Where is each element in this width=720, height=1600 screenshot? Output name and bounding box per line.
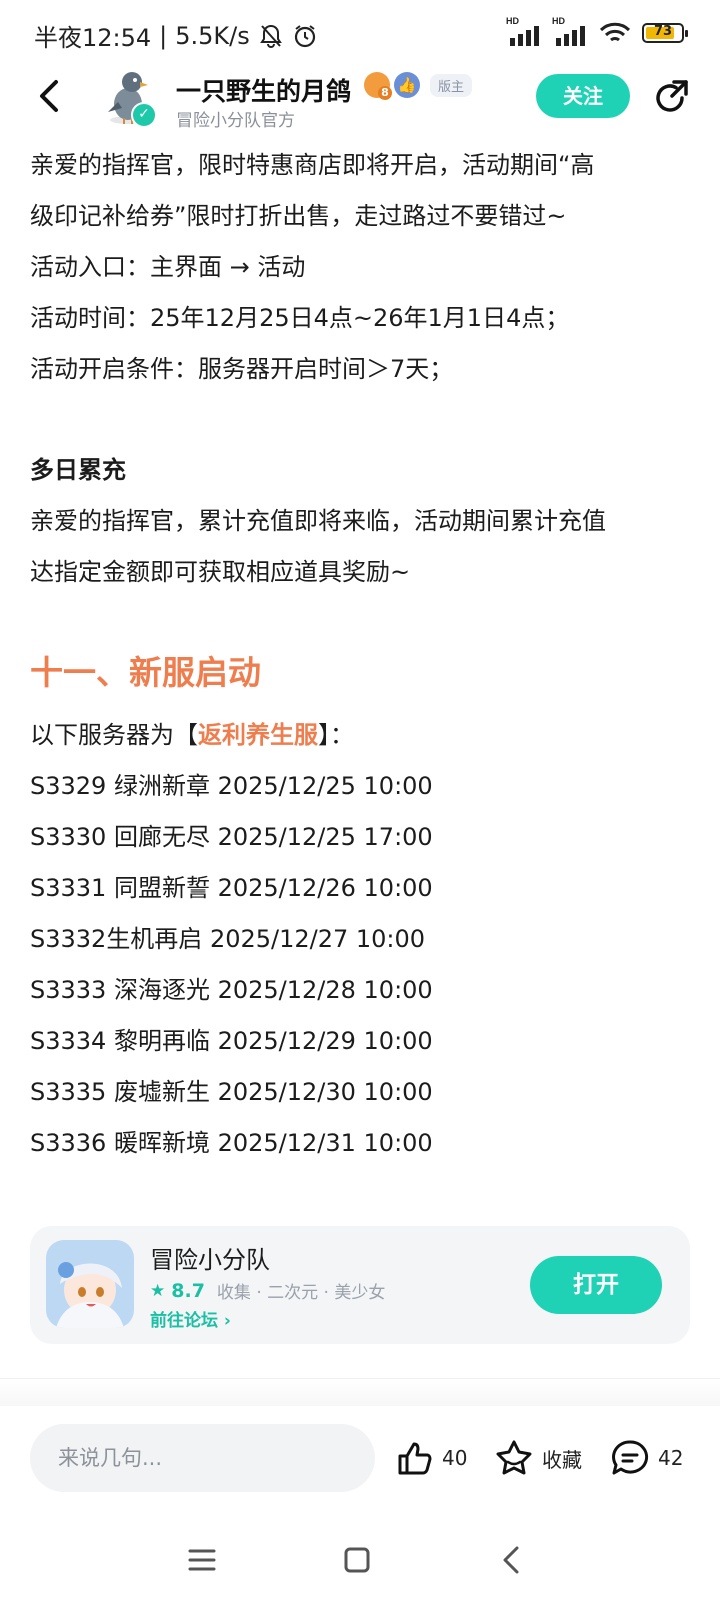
status-bar: 半夜12:54 | 5.5K/s HD HD 73 xyxy=(0,0,720,70)
game-app-icon xyxy=(46,1240,134,1328)
star-icon: ★ xyxy=(150,1280,166,1301)
favorite-label: 收藏 xyxy=(542,1447,582,1472)
game-tags: 收集 · 二次元 · 美少女 xyxy=(216,1283,386,1303)
level-badge-icon: 8 xyxy=(364,72,392,100)
verified-badge-icon: ✓ xyxy=(131,102,157,128)
status-left: 半夜12:54 | 5.5K/s xyxy=(34,18,318,53)
comment-button[interactable]: 42 xyxy=(610,1438,683,1478)
event-entry: 活动入口：主界面 → 活动 xyxy=(30,253,306,281)
server-row: S3331 同盟新誓 2025/12/26 10:00 xyxy=(30,874,433,902)
forum-link[interactable]: 前往论坛 › xyxy=(150,1306,231,1331)
subheading: 多日累充 xyxy=(30,456,126,484)
servers-intro-highlight: 返利养生服 xyxy=(198,721,318,749)
post-header: ✓ 一只野生的月鸽 8 👍 版主 冒险小分队官方 关注 xyxy=(0,62,720,134)
bottom-action-bar: 来说几句... 40 收藏 42 xyxy=(0,1406,720,1510)
server-row: S3334 黎明再临 2025/12/29 10:00 xyxy=(30,1027,433,1055)
status-time: 半夜12:54 xyxy=(34,24,152,52)
status-separator: | xyxy=(159,21,168,50)
paragraph-line: 亲爱的指挥官，限时特惠商店即将开启，活动期间“高 xyxy=(30,151,595,179)
back-arrow-icon[interactable] xyxy=(30,76,70,116)
server-row: S3329 绿洲新章 2025/12/25 10:00 xyxy=(30,772,433,800)
like-count: 40 xyxy=(442,1446,468,1470)
mute-bell-icon xyxy=(259,24,282,48)
comment-input[interactable]: 来说几句... xyxy=(30,1424,375,1492)
star-outline-icon xyxy=(496,1440,532,1475)
like-button[interactable]: 40 xyxy=(394,1438,467,1478)
status-right: HD HD 73 xyxy=(506,16,688,46)
server-row: S3335 废墟新生 2025/12/30 10:00 xyxy=(30,1078,433,1106)
author-badges: 8 👍 版主 xyxy=(364,72,473,100)
paragraph-line: 亲爱的指挥官，累计充值即将来临，活动期间累计充值 xyxy=(30,507,606,535)
level-number: 8 xyxy=(378,86,392,100)
servers-intro: 以下服务器为【返利养生服】： xyxy=(30,710,690,761)
signal-icon: HD xyxy=(506,16,542,46)
server-row: S3330 回廊无尽 2025/12/25 17:00 xyxy=(30,823,433,851)
game-app-card[interactable]: 冒险小分队 ★ 8.7 收集 · 二次元 · 美少女 前往论坛 › 打开 xyxy=(30,1226,690,1344)
game-app-name: 冒险小分队 xyxy=(150,1246,270,1274)
wifi-icon xyxy=(599,22,631,42)
signal-hd-label: HD xyxy=(506,16,519,26)
thumb-badge-icon: 👍 xyxy=(394,72,420,98)
moderator-badge: 版主 xyxy=(430,73,473,97)
home-square-icon[interactable] xyxy=(337,1540,377,1580)
share-icon[interactable] xyxy=(652,78,690,116)
favorite-button[interactable]: 收藏 xyxy=(494,1438,582,1478)
servers-intro-suffix: 】： xyxy=(318,721,354,749)
follow-button[interactable]: 关注 xyxy=(536,74,630,118)
game-app-meta: ★ 8.7 收集 · 二次元 · 美少女 xyxy=(150,1278,386,1304)
battery-icon: 73 xyxy=(642,23,688,43)
event-condition: 活动开启条件：服务器开启时间＞7天； xyxy=(30,355,454,383)
open-app-button[interactable]: 打开 xyxy=(530,1256,662,1314)
system-nav-bar xyxy=(0,1520,720,1600)
author-name[interactable]: 一只野生的月鸽 xyxy=(176,72,351,108)
server-row: S3336 暖晖新境 2025/12/31 10:00 xyxy=(30,1129,433,1157)
battery-level: 73 xyxy=(653,24,673,39)
status-speed: 5.5K/s xyxy=(175,21,250,50)
paragraph-line: 级印记补给券”限时打折出售，走过路过不要错过~ xyxy=(30,202,567,230)
paragraph-line: 达指定金额即可获取相应道具奖励~ xyxy=(30,558,411,586)
chevron-right-icon: › xyxy=(223,1311,231,1331)
section-title: 十一、新服启动 xyxy=(30,653,261,692)
divider xyxy=(0,1378,720,1407)
thumbs-up-icon xyxy=(398,1442,432,1475)
game-rating: 8.7 xyxy=(171,1279,205,1302)
comment-bubble-icon xyxy=(612,1440,649,1475)
forum-link-label: 前往论坛 xyxy=(150,1311,218,1331)
post-content: 亲爱的指挥官，限时特惠商店即将开启，活动期间“高 级印记补给券”限时打折出售，走… xyxy=(30,140,690,1169)
menu-icon[interactable] xyxy=(182,1540,222,1580)
nav-back-icon[interactable] xyxy=(492,1540,532,1580)
server-row: S3332生机再启 2025/12/27 10:00 xyxy=(30,925,426,953)
comment-count: 42 xyxy=(658,1446,684,1470)
event-time: 活动时间：25年12月25日4点~26年1月1日4点； xyxy=(30,304,570,332)
author-subtitle: 冒险小分队官方 xyxy=(176,111,295,131)
alarm-icon xyxy=(294,24,315,47)
signal-icon: HD xyxy=(552,16,588,46)
server-row: S3333 深海逐光 2025/12/28 10:00 xyxy=(30,976,433,1004)
servers-intro-prefix: 以下服务器为【 xyxy=(30,721,198,749)
signal-hd-label: HD xyxy=(552,16,565,26)
